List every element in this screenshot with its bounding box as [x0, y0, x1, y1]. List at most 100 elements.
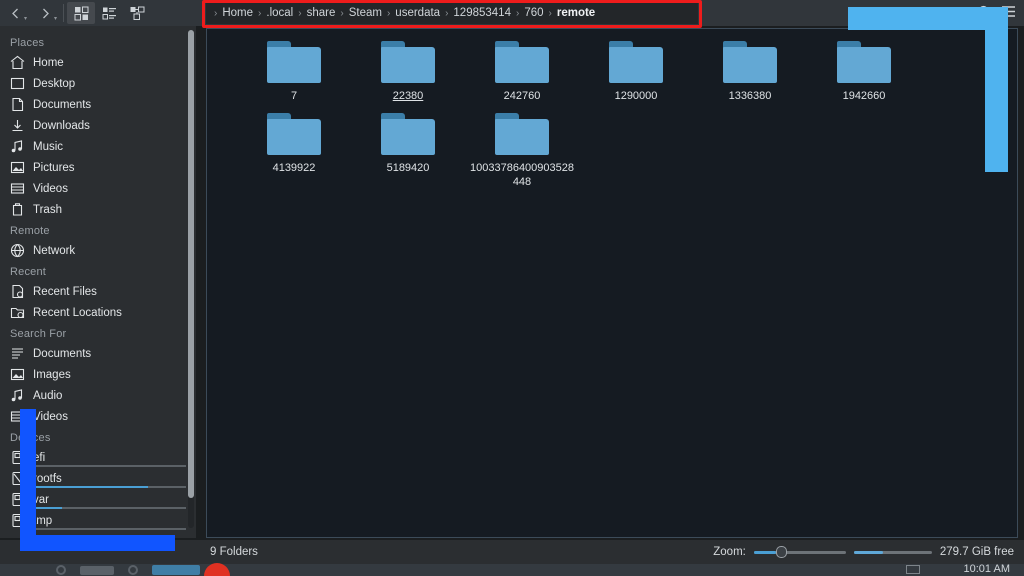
sidebar-item-recentlocations[interactable]: Recent Locations	[0, 302, 196, 323]
breadcrumb-item-home[interactable]: Home	[219, 7, 256, 19]
sidebar-item-label: Videos	[33, 411, 68, 423]
chevron-right-icon	[40, 8, 51, 19]
sidebar-item-desktop[interactable]: Desktop	[0, 73, 196, 94]
taskbar-tray-icon[interactable]	[906, 565, 920, 574]
folder-label[interactable]: 242760	[470, 89, 574, 103]
folder-icon[interactable]	[381, 41, 435, 83]
folder-label[interactable]: 1942660	[812, 89, 916, 103]
folder-label[interactable]: 22380	[356, 89, 460, 103]
sidebar-section-title-devices: Devices	[0, 427, 196, 447]
sidebar-item-documents[interactable]: Documents	[0, 94, 196, 115]
list-icon	[102, 6, 117, 21]
toolbar-divider	[63, 4, 64, 22]
sidebar-item-videos[interactable]: Videos	[0, 178, 196, 199]
device-usage-fill	[33, 486, 148, 488]
file-listing-pane[interactable]: 7 22380 242760 1290000 1336380 1942660 4139922…	[206, 28, 1018, 538]
sidebar-item-trash[interactable]: Trash	[0, 199, 196, 220]
breadcrumb-item-remote[interactable]: remote	[554, 7, 598, 19]
hdd-icon	[10, 471, 25, 486]
folder-item[interactable]: 7	[237, 35, 351, 107]
folder-item[interactable]: 242760	[465, 35, 579, 107]
sidebar-item-audio[interactable]: Audio	[0, 385, 196, 406]
taskbar-item[interactable]	[80, 566, 114, 575]
sidebar-scrollbar[interactable]	[188, 30, 194, 528]
sidebar-device-var[interactable]: var	[0, 489, 196, 510]
folder-label[interactable]: 1290000	[584, 89, 688, 103]
zoom-slider[interactable]	[754, 546, 846, 558]
columns-icon	[130, 6, 145, 21]
taskbar-app-icon[interactable]	[204, 563, 230, 576]
breadcrumb-separator: ›	[443, 8, 450, 19]
chevron-left-icon	[10, 8, 21, 19]
chevron-down-icon: ▾	[54, 15, 57, 22]
forward-button[interactable]: ▾	[30, 1, 60, 25]
folder-label[interactable]: 7	[242, 89, 346, 103]
folder-icon[interactable]	[495, 113, 549, 155]
sidebar-item-pictures[interactable]: Pictures	[0, 157, 196, 178]
folder-item[interactable]: 4139922	[237, 107, 351, 193]
video-search-icon	[10, 409, 25, 424]
home-icon	[10, 55, 25, 70]
folder-item[interactable]: 1290000	[579, 35, 693, 107]
folder-icon[interactable]	[723, 41, 777, 83]
folder-label[interactable]: 4139922	[242, 161, 346, 175]
folder-icon[interactable]	[267, 41, 321, 83]
free-space-label: 279.7 GiB free	[940, 546, 1014, 558]
folder-label[interactable]: 1336380	[698, 89, 802, 103]
sidebar-device-rootfs[interactable]: rootfs	[0, 468, 196, 489]
folder-label[interactable]: 10033786400903528448	[470, 161, 574, 189]
breadcrumb-item-share[interactable]: share	[304, 7, 339, 19]
split-button[interactable]: Split	[930, 7, 968, 19]
sidebar-section-title: Places	[0, 32, 196, 52]
hamburger-menu-icon[interactable]	[1001, 5, 1016, 21]
back-button[interactable]: ▾	[0, 1, 30, 25]
folder-icon[interactable]	[609, 41, 663, 83]
recent-folder-icon	[10, 305, 25, 320]
document-icon	[10, 97, 25, 112]
folder-icon[interactable]	[267, 113, 321, 155]
sidebar-item-videos[interactable]: Videos	[0, 406, 196, 427]
folder-item[interactable]: 1942660	[807, 35, 921, 107]
sidebar-item-downloads[interactable]: Downloads	[0, 115, 196, 136]
breadcrumb-item-steam[interactable]: Steam	[346, 7, 385, 19]
breadcrumb-item-local[interactable]: .local	[263, 7, 296, 19]
breadcrumb-item-760[interactable]: 760	[521, 7, 546, 19]
folder-item[interactable]: 10033786400903528448	[465, 107, 579, 193]
taskbar-launcher-icon[interactable]	[56, 565, 66, 575]
sidebar-item-home[interactable]: Home	[0, 52, 196, 73]
sidebar-item-label: Images	[33, 369, 71, 381]
sidebar: PlacesHomeDesktopDocumentsDownloadsMusic…	[0, 26, 196, 538]
capacity-bar-fill	[854, 551, 884, 554]
taskbar-active-window[interactable]	[152, 565, 200, 575]
sidebar-item-documents[interactable]: Documents	[0, 343, 196, 364]
zoom-slider-knob[interactable]	[776, 546, 787, 558]
view-mode-icons-button[interactable]	[67, 2, 95, 24]
folder-item[interactable]: 5189420	[351, 107, 465, 193]
taskbar-search-icon[interactable]	[128, 565, 138, 575]
sidebar-device-tmp[interactable]: tmp	[0, 510, 196, 531]
folder-icon[interactable]	[381, 113, 435, 155]
breadcrumb-item-userdata[interactable]: userdata	[392, 7, 443, 19]
sidebar-item-images[interactable]: Images	[0, 364, 196, 385]
view-mode-columns-button[interactable]	[123, 2, 151, 24]
folder-item[interactable]: 1336380	[693, 35, 807, 107]
sidebar-device-efi[interactable]: efi	[0, 447, 196, 468]
folder-item[interactable]: 22380	[351, 35, 465, 107]
breadcrumb-separator: ›	[547, 8, 554, 19]
sidebar-scrollbar-thumb[interactable]	[188, 30, 194, 498]
sidebar-item-label: Music	[33, 141, 63, 153]
sidebar-item-music[interactable]: Music	[0, 136, 196, 157]
folder-icon[interactable]	[837, 41, 891, 83]
sidebar-device-label: tmp	[33, 515, 52, 527]
breadcrumb-item-129853414[interactable]: 129853414	[450, 7, 514, 19]
drive-icon	[10, 513, 25, 528]
zoom-label: Zoom:	[713, 546, 746, 558]
breadcrumb[interactable]: ›Home›.local›share›Steam›userdata›129853…	[206, 2, 698, 24]
sidebar-item-recentfiles[interactable]: Recent Files	[0, 281, 196, 302]
drive-icon	[10, 492, 25, 507]
folder-label[interactable]: 5189420	[356, 161, 460, 175]
search-icon[interactable]	[978, 5, 991, 21]
sidebar-item-network[interactable]: Network	[0, 240, 196, 261]
folder-icon[interactable]	[495, 41, 549, 83]
view-mode-details-button[interactable]	[95, 2, 123, 24]
